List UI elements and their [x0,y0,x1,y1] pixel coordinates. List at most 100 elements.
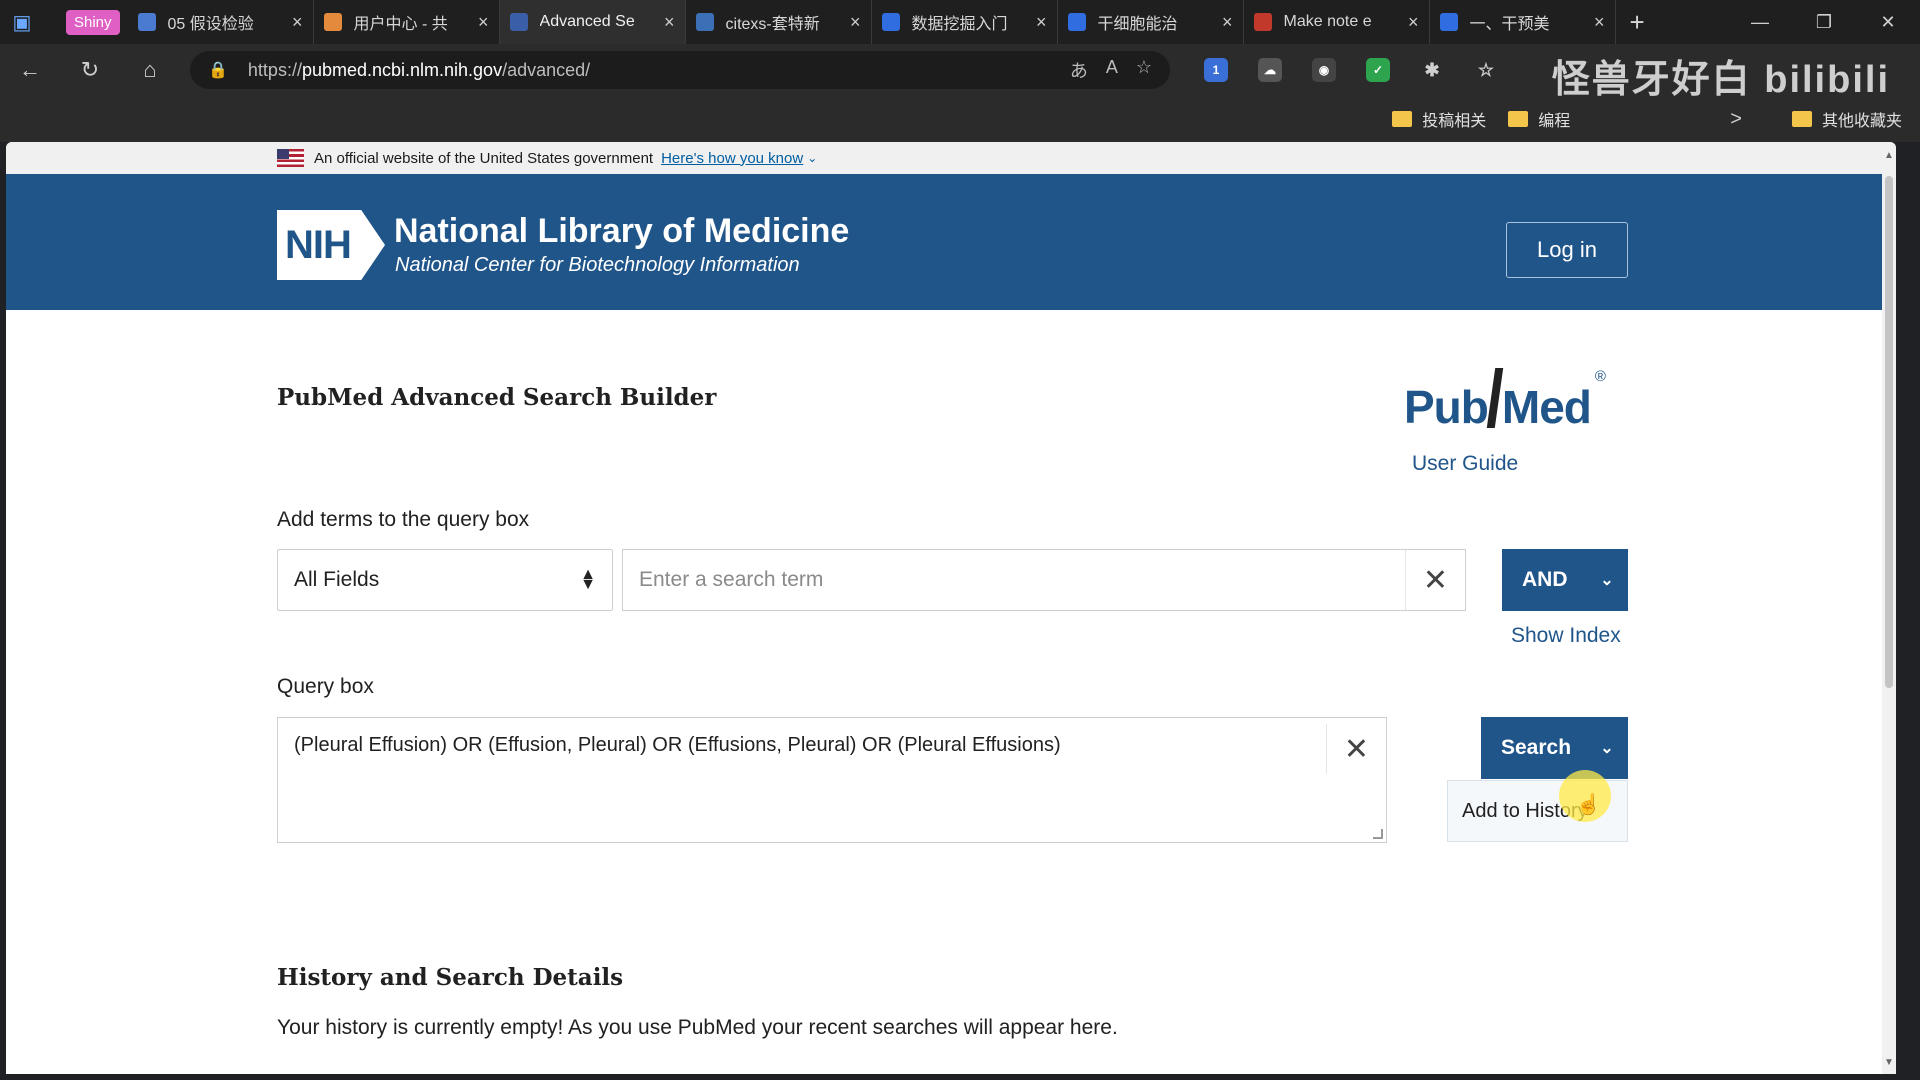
resize-grip-icon[interactable] [1373,829,1383,839]
favorite-star-icon[interactable]: ☆ [1136,57,1152,83]
login-button[interactable]: Log in [1506,222,1628,278]
tab-close-icon[interactable]: × [1594,12,1605,33]
url-path: /advanced/ [502,59,591,80]
extension-mask-icon[interactable]: ◉ [1312,58,1336,82]
scroll-down-arrow-icon[interactable]: ▼ [1882,1057,1896,1068]
restore-icon[interactable]: ❐ [1792,12,1856,33]
query-text[interactable]: (Pleural Effusion) OR (Effusion, Pleural… [294,734,1061,757]
extension-badge-count: 1 [1212,63,1220,77]
scrollbar-thumb[interactable] [1885,176,1893,688]
bookmark-folder-other[interactable]: 其他收藏夹 [1791,107,1902,131]
search-term-field[interactable]: ✕ [622,549,1466,611]
extension-cloud-icon[interactable]: ☁ [1258,58,1282,82]
gov-banner-link[interactable]: Here's how you know [661,150,803,167]
extension-badge-icon[interactable]: 1 [1204,58,1228,82]
url-host: pubmed.ncbi.nlm.nih.gov [301,59,503,80]
tab-title: 干细胞能治 [1097,16,1178,33]
show-index-link[interactable]: Show Index [1511,624,1621,648]
tab-title: 一、干预美 [1469,16,1550,33]
folder-icon [1392,111,1413,127]
tab-favicon-icon [1439,13,1458,31]
page-title: PubMed Advanced Search Builder [277,384,717,411]
us-flag-icon [277,149,304,167]
favorites-list-icon[interactable]: ☆ [1474,58,1498,82]
and-button-label: AND [1522,568,1568,591]
tab-close-icon[interactable]: × [850,12,861,33]
tab-group-pill[interactable]: Shiny [66,9,120,35]
minimize-icon[interactable]: — [1728,12,1792,33]
tab-title: 05 假设检验 [167,16,254,33]
window-controls: — ❐ ✕ [1728,12,1920,33]
field-select[interactable]: All Fields ▲ ▼ [277,549,613,611]
browser-tab[interactable]: 用户中心 - 共 × [314,0,500,44]
folder-icon [1791,111,1812,127]
pubmed-logo-pub: Pub [1404,381,1489,433]
tab-close-icon[interactable]: × [478,12,489,33]
close-window-icon[interactable]: ✕ [1856,12,1920,33]
registered-mark: ® [1594,368,1606,385]
pubmed-logo[interactable]: Pub Med ® [1404,368,1606,434]
browser-tab[interactable]: 干细胞能治 × [1058,0,1244,44]
chevron-down-icon[interactable]: ⌄ [1586,738,1628,758]
extension-shield-icon[interactable]: ✓ [1366,58,1390,82]
browser-tab[interactable]: citexs-套特新 × [686,0,872,44]
tab-bar: ▣ Shiny 05 假设检验 × 用户中心 - 共 × Advanced Se… [0,0,1920,44]
bookmark-folder[interactable]: 编程 [1508,107,1570,131]
gov-banner-text: An official website of the United States… [314,149,654,167]
site-title[interactable]: National Library of Medicine [394,212,849,251]
tab-close-icon[interactable]: × [1036,12,1047,33]
chevron-down-icon[interactable]: ⌄ [807,151,817,165]
tab-favicon-icon [695,13,714,31]
tab-close-icon[interactable]: × [292,12,303,33]
browser-tab[interactable]: 一、干预美 × [1430,0,1616,44]
tab-close-icon[interactable]: × [1222,12,1233,33]
pubmed-logo-med: Med [1501,381,1592,433]
reload-icon[interactable]: ↻ [60,57,120,83]
translate-icon[interactable]: あ [1070,57,1088,83]
tab-title: Advanced Se [539,13,635,30]
browser-tab[interactable]: 数据挖掘入门 × [872,0,1058,44]
tab-favicon-icon [323,13,342,31]
new-tab-button[interactable]: + [1630,7,1645,38]
history-title: History and Search Details [277,964,624,991]
bookmark-label: 投稿相关 [1422,113,1487,130]
pubmed-logo-bar-icon [1486,368,1504,428]
scroll-up-arrow-icon[interactable]: ▲ [1882,150,1896,161]
query-box-label: Query box [277,675,374,698]
user-guide-link[interactable]: User Guide [1412,452,1518,476]
nih-logo-text: NIH [285,222,352,267]
bookmarks-overflow-chevron-icon[interactable]: > [1730,108,1742,131]
url-field[interactable]: 🔒 https://pubmed.ncbi.nlm.nih.gov/advanc… [190,51,1170,89]
clear-term-icon[interactable]: ✕ [1405,550,1465,610]
and-add-button[interactable]: AND ⌄ [1502,549,1628,611]
read-aloud-icon[interactable]: A [1106,57,1118,83]
url-prefix: https:// [247,59,302,80]
extensions-puzzle-icon[interactable]: ✱ [1420,58,1444,82]
folder-icon [1508,111,1529,127]
query-box[interactable]: (Pleural Effusion) OR (Effusion, Pleural… [277,717,1387,843]
search-button-label: Search [1501,736,1572,759]
back-arrow-icon[interactable]: ← [0,57,60,83]
field-select-value: All Fields [294,568,380,591]
workspaces-icon[interactable]: ▣ [0,0,44,44]
tab-close-icon[interactable]: × [664,12,675,33]
gov-banner: An official website of the United States… [6,142,1882,174]
browser-tab[interactable]: Make note e × [1244,0,1430,44]
chevron-down-icon[interactable]: ⌄ [1586,570,1628,590]
site-subtitle: National Center for Biotechnology Inform… [395,254,800,276]
browser-tab[interactable]: 05 假设检验 × [128,0,314,44]
clear-query-icon[interactable]: ✕ [1326,724,1386,774]
tab-favicon-icon [137,13,156,31]
page-scrollbar[interactable]: ▲ ▼ [1882,142,1896,1074]
home-icon[interactable]: ⌂ [120,57,180,83]
lock-icon[interactable]: 🔒 [208,60,228,80]
url-actions: あ A ☆ [1070,57,1152,83]
bookmark-label: 编程 [1538,113,1571,130]
nih-logo[interactable]: NIH [277,210,385,280]
search-term-input[interactable] [623,550,1405,610]
tab-favicon-icon [881,13,900,31]
search-button[interactable]: Search ⌄ [1481,717,1628,779]
bookmark-folder[interactable]: 投稿相关 [1392,107,1486,131]
browser-tab-active[interactable]: Advanced Se × [499,0,686,44]
tab-close-icon[interactable]: × [1408,12,1419,33]
